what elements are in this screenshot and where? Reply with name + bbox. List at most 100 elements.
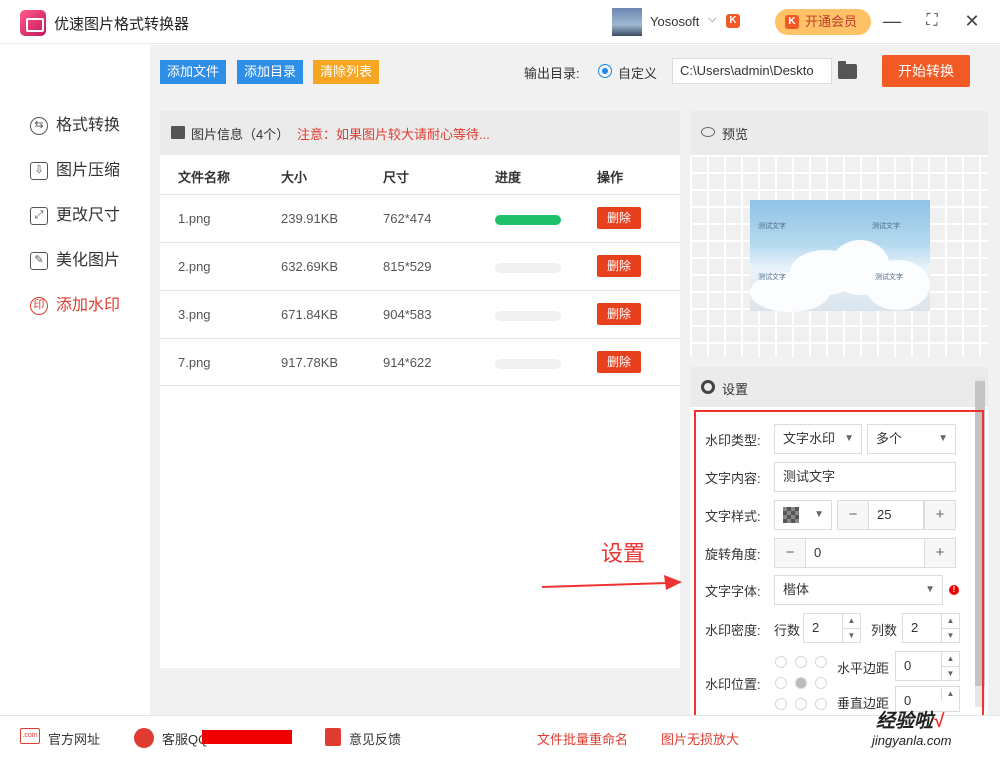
watermark-sample: 测试文字 [758, 223, 786, 230]
file-list-header: 图片信息（4个） 注意：如果图片较大请耐心等待... [160, 111, 680, 155]
file-dims: 815*529 [383, 259, 432, 274]
batch-rename-link[interactable]: 文件批量重命名 [537, 729, 628, 748]
file-size: 671.84KB [281, 307, 339, 322]
user-name[interactable]: Yososoft [650, 14, 699, 29]
watermark-sample: 测试文字 [872, 223, 900, 230]
beautify-icon: ✎ [30, 252, 48, 270]
website-icon: .com [20, 728, 40, 744]
custom-output-radio[interactable] [598, 64, 612, 78]
preview-panel: 预览 测试文字 测试文字 测试文字 测试文字 [690, 111, 988, 357]
compress-icon: ⇩ [30, 162, 48, 180]
annotation-label: 设置 [601, 541, 646, 566]
vip-button[interactable]: K 开通会员 [775, 9, 871, 35]
site-watermark-text: 经验啦 [876, 711, 934, 732]
sidebar-item-label: 图片压缩 [56, 162, 121, 179]
table-row: 1.png 239.91KB 762*474 删除 [160, 194, 680, 242]
custom-output-label[interactable]: 自定义 [618, 63, 657, 82]
sidebar-item-label: 添加水印 [56, 297, 121, 314]
sidebar-item-beautify[interactable]: ✎ 美化图片 [30, 248, 120, 274]
table-row: 2.png 632.69KB 815*529 删除 [160, 242, 680, 290]
delete-button[interactable]: 删除 [597, 207, 641, 229]
settings-title: 设置 [722, 382, 749, 397]
site-watermark: 经验啦√ [876, 706, 943, 733]
website-link[interactable]: 官方网址 [48, 729, 100, 748]
output-path-input[interactable]: C:\Users\admin\Deskto [672, 58, 832, 84]
app-title: 优速图片格式转换器 [54, 16, 190, 33]
file-dims: 904*583 [383, 307, 432, 322]
start-convert-button[interactable]: 开始转换 [882, 55, 970, 87]
redacted-qq-number [202, 730, 292, 744]
resize-icon: ⤢ [30, 207, 48, 225]
column-header-name: 文件名称 [178, 170, 231, 185]
preview-canvas: 测试文字 测试文字 测试文字 测试文字 [690, 155, 988, 357]
progress-bar [495, 311, 561, 321]
settings-highlight-box [694, 410, 984, 723]
file-name: 1.png [178, 211, 211, 226]
file-count-info: 图片信息（4个） [191, 127, 290, 142]
preview-title: 预览 [722, 127, 749, 142]
sidebar-item-resize[interactable]: ⤢ 更改尺寸 [30, 203, 120, 229]
file-name: 2.png [178, 259, 211, 274]
column-header-size: 大小 [281, 170, 308, 185]
title-bar: 优速图片格式转换器 Yososoft ⌵ K K 开通会员 — ⛶ ✕ [0, 0, 1000, 44]
feedback-icon [325, 728, 341, 746]
file-name: 3.png [178, 307, 211, 322]
user-avatar[interactable] [612, 8, 642, 36]
gear-icon [701, 380, 715, 394]
progress-fill [495, 215, 561, 225]
progress-bar [495, 359, 561, 369]
progress-bar [495, 215, 561, 225]
column-header-dims: 尺寸 [383, 170, 410, 185]
close-icon[interactable]: ✕ [961, 10, 983, 32]
minimize-icon[interactable]: — [881, 10, 903, 32]
customer-service-icon [134, 728, 154, 748]
folder-icon[interactable] [838, 61, 857, 79]
lossless-enlarge-link[interactable]: 图片无损放大 [661, 729, 739, 748]
sidebar: ⇆ 格式转换 ⇩ 图片压缩 ⤢ 更改尺寸 ✎ 美化图片 印 添加水印 [0, 45, 150, 715]
progress-bar [495, 263, 561, 273]
annotation-arrow-icon [541, 575, 682, 590]
image-icon [171, 126, 185, 139]
vip-badge-icon: K [785, 15, 799, 29]
delete-button[interactable]: 删除 [597, 303, 641, 325]
delete-button[interactable]: 删除 [597, 351, 641, 373]
sidebar-item-compress[interactable]: ⇩ 图片压缩 [30, 158, 120, 184]
column-header-action: 操作 [597, 170, 624, 185]
clear-list-button[interactable]: 清除列表 [313, 60, 380, 84]
table-row: 3.png 671.84KB 904*583 删除 [160, 290, 680, 338]
watermark-sample: 测试文字 [758, 274, 786, 281]
file-dims: 914*622 [383, 355, 432, 370]
maximize-icon[interactable]: ⛶ [921, 10, 943, 32]
watermark-stamp-icon: 印 [30, 297, 48, 315]
output-dir-label: 输出目录: [524, 66, 580, 81]
checkmark-icon: √ [933, 711, 944, 732]
sidebar-item-label: 美化图片 [56, 252, 121, 269]
preview-header: 预览 [690, 111, 988, 155]
add-file-button[interactable]: 添加文件 [160, 60, 227, 84]
file-size: 632.69KB [281, 259, 339, 274]
file-name: 7.png [178, 355, 211, 370]
file-dims: 762*474 [383, 211, 432, 226]
user-vip-badge-icon: K [726, 14, 740, 28]
convert-icon: ⇆ [30, 117, 48, 135]
feedback-link[interactable]: 意见反馈 [349, 729, 401, 748]
column-header-progress: 进度 [495, 170, 522, 185]
vip-button-label: 开通会员 [805, 14, 858, 29]
file-warning-note: 注意：如果图片较大请耐心等待... [297, 127, 490, 142]
cloud-shape [865, 260, 930, 310]
delete-button[interactable]: 删除 [597, 255, 641, 277]
footer-bar: .com 官方网址 客服QQ 意见反馈 文件批量重命名 图片无损放大 [0, 715, 1000, 760]
app-logo-icon [20, 10, 46, 36]
add-directory-button[interactable]: 添加目录 [237, 60, 304, 84]
settings-header: 设置 [690, 367, 988, 407]
sidebar-item-label: 格式转换 [56, 117, 121, 134]
preview-image: 测试文字 测试文字 测试文字 测试文字 [750, 200, 930, 312]
file-size: 917.78KB [281, 355, 339, 370]
watermark-sample: 测试文字 [875, 274, 903, 281]
chevron-down-icon[interactable]: ⌵ [708, 13, 716, 26]
file-size: 239.91KB [281, 211, 339, 226]
sidebar-item-watermark[interactable]: 印 添加水印 [30, 293, 120, 319]
sidebar-item-format-convert[interactable]: ⇆ 格式转换 [30, 113, 120, 139]
table-row: 7.png 917.78KB 914*622 删除 [160, 338, 680, 386]
sidebar-item-label: 更改尺寸 [56, 207, 121, 224]
